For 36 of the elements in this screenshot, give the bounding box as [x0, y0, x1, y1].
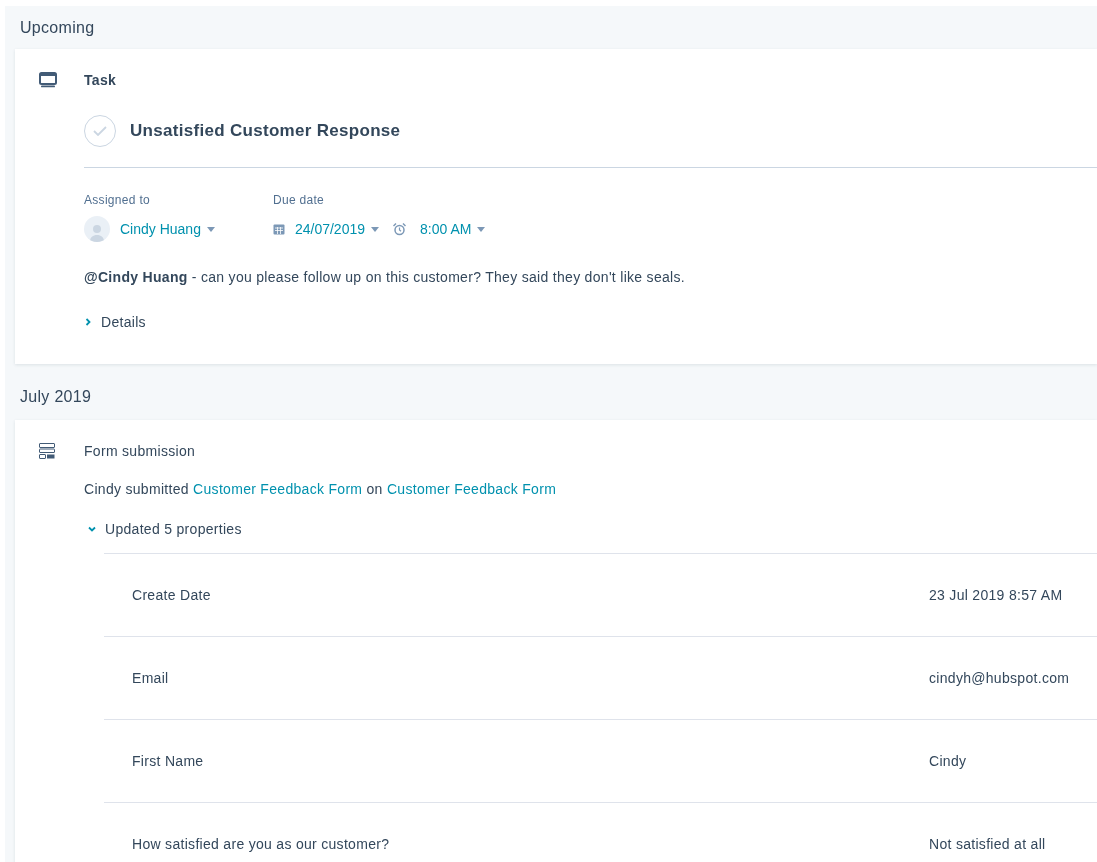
complete-checkbox[interactable]: [84, 115, 116, 147]
field-label: Due date: [272, 193, 326, 207]
properties-toggle[interactable]: Updated 5 properties: [88, 521, 242, 538]
alarm-clock-icon: [393, 222, 406, 236]
caret-icon: [477, 226, 486, 232]
task-icon: [39, 72, 57, 88]
property-name: First Name: [132, 753, 205, 770]
section-header: Upcoming: [20, 17, 96, 38]
form-link[interactable]: Customer Feedback Form: [386, 480, 557, 497]
activity-type: Task: [84, 71, 118, 90]
property-name: How satisfied are you as our customer?: [132, 836, 391, 853]
property-name: Create Date: [132, 587, 212, 604]
caret-icon: [371, 226, 379, 232]
caret-icon: [206, 226, 215, 232]
avatar-icon: [84, 216, 110, 242]
task-title: Unsatisfied Customer Response: [130, 121, 401, 141]
property-value: cindyh@hubspot.com: [929, 670, 1071, 687]
due-date-dropdown[interactable]: 24/07/2019: [272, 221, 379, 237]
form-icon: [39, 442, 55, 459]
property-value: 23 Jul 2019 8:57 AM: [929, 587, 1064, 604]
check-icon: [93, 126, 107, 136]
property-value: Not satisfied at all: [929, 836, 1047, 853]
details-toggle[interactable]: Details: [84, 313, 146, 330]
chevron-icon: [84, 317, 92, 326]
assignee-dropdown[interactable]: Cindy Huang: [120, 221, 215, 237]
property-name: Email: [132, 670, 170, 687]
section-header: July 2019: [20, 387, 93, 408]
property-value: Cindy: [929, 753, 968, 770]
due-time-dropdown[interactable]: 8:00 AM: [393, 221, 486, 237]
task-note: @Cindy Huang - can you please follow up on this customer? They said they don't like seals.: [84, 268, 686, 287]
activity-type: Form submission: [84, 441, 197, 461]
chevron-icon: [88, 525, 96, 534]
form-link[interactable]: Customer Feedback Form: [193, 480, 363, 497]
submission-sentence: Cindy submitted Customer Feedback Form on Customer Feedback Form: [84, 479, 558, 499]
field-label: Assigned to: [84, 193, 151, 207]
calendar-icon: [272, 223, 285, 235]
